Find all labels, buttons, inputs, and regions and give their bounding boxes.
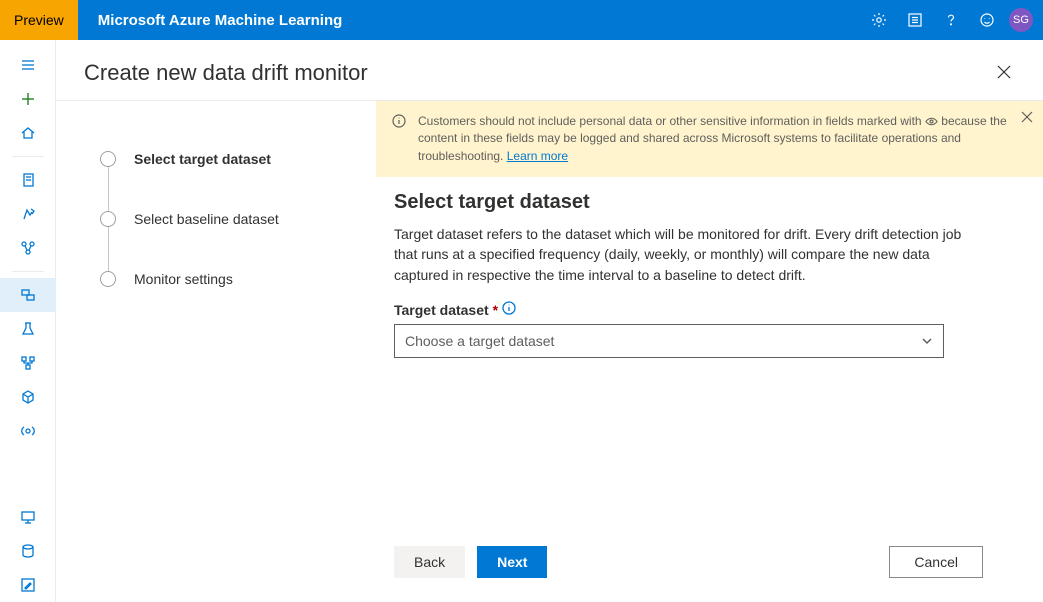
- step-circle-icon: [100, 211, 116, 227]
- wizard-step-label: Select target dataset: [134, 151, 271, 167]
- privacy-notice: Customers should not include personal da…: [376, 101, 1043, 177]
- avatar[interactable]: SG: [1009, 8, 1033, 32]
- chevron-down-icon: [921, 335, 933, 347]
- step-circle-icon: [100, 271, 116, 287]
- home-icon[interactable]: [0, 116, 56, 150]
- field-label: Target dataset *: [394, 301, 983, 318]
- endpoint-icon[interactable]: [0, 414, 56, 448]
- eye-icon: [925, 115, 938, 128]
- wizard-step-label: Monitor settings: [134, 271, 233, 287]
- cube-icon[interactable]: [0, 380, 56, 414]
- checklist-icon[interactable]: [897, 0, 933, 40]
- flask-icon[interactable]: [0, 312, 56, 346]
- plus-icon[interactable]: [0, 82, 56, 116]
- header-actions: SG: [861, 0, 1043, 40]
- preview-badge: Preview: [0, 0, 78, 40]
- pipeline-icon[interactable]: [0, 231, 56, 265]
- left-nav: [0, 40, 56, 602]
- section-title: Select target dataset: [394, 191, 983, 214]
- help-icon[interactable]: [933, 0, 969, 40]
- designer-icon[interactable]: [0, 346, 56, 380]
- target-dataset-dropdown[interactable]: Choose a target dataset: [394, 324, 944, 358]
- automl-icon[interactable]: [0, 197, 56, 231]
- close-icon[interactable]: [993, 61, 1015, 86]
- cancel-button[interactable]: Cancel: [889, 546, 983, 578]
- info-icon[interactable]: [502, 301, 516, 318]
- step-connector: [108, 227, 109, 271]
- wizard-step-target[interactable]: Select target dataset: [100, 151, 352, 167]
- dropdown-placeholder: Choose a target dataset: [405, 333, 554, 349]
- back-button[interactable]: Back: [394, 546, 465, 578]
- form-area: Select target dataset Target dataset ref…: [376, 177, 1043, 532]
- required-asterisk: *: [493, 302, 498, 318]
- main-panel: Create new data drift monitor Select tar…: [56, 40, 1043, 602]
- notice-text: Customers should not include personal da…: [418, 113, 1027, 165]
- wizard-step-baseline[interactable]: Select baseline dataset: [100, 211, 352, 227]
- feedback-icon[interactable]: [969, 0, 1005, 40]
- info-icon: [392, 114, 408, 130]
- edit-icon[interactable]: [0, 568, 56, 602]
- dataset-icon[interactable]: [0, 278, 56, 312]
- page-title: Create new data drift monitor: [84, 60, 368, 86]
- next-button[interactable]: Next: [477, 546, 547, 578]
- storage-icon[interactable]: [0, 534, 56, 568]
- hamburger-icon[interactable]: [0, 48, 56, 82]
- content-pane: Customers should not include personal da…: [376, 101, 1043, 602]
- wizard-step-label: Select baseline dataset: [134, 211, 279, 227]
- product-title: Microsoft Azure Machine Learning: [98, 12, 342, 29]
- wizard-footer: Back Next Cancel: [376, 532, 1043, 602]
- wizard-step-settings[interactable]: Monitor settings: [100, 271, 352, 287]
- wizard-steps: Select target dataset Select baseline da…: [56, 101, 376, 602]
- gear-icon[interactable]: [861, 0, 897, 40]
- learn-more-link[interactable]: Learn more: [507, 149, 568, 163]
- compute-icon[interactable]: [0, 500, 56, 534]
- notebook-icon[interactable]: [0, 163, 56, 197]
- step-circle-icon: [100, 151, 116, 167]
- section-description: Target dataset refers to the dataset whi…: [394, 224, 964, 285]
- dismiss-icon[interactable]: [1021, 111, 1033, 128]
- step-connector: [108, 167, 109, 211]
- page-header: Create new data drift monitor: [56, 40, 1043, 101]
- top-header: Preview Microsoft Azure Machine Learning…: [0, 0, 1043, 40]
